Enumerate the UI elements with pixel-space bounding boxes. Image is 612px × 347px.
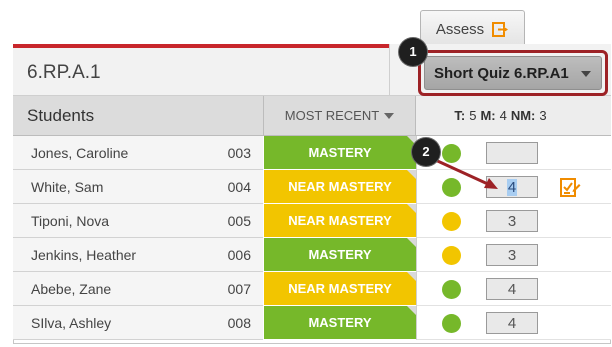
student-number: 008 [227,315,251,331]
callout-badge-2: 2 [412,138,440,166]
student-name[interactable]: Tiponi, Nova [31,213,109,229]
standard-title: 6.RP.A.1 [13,48,389,96]
status-dot [442,212,461,231]
mastery-status[interactable]: MASTERY [263,306,416,340]
assess-tab[interactable]: Assess [420,10,525,47]
student-number: 004 [227,179,251,195]
not-mastery-key: NM: [510,108,536,123]
score-cell: 4 [416,170,611,204]
corner-fold-icon [407,306,416,315]
mastery-status[interactable]: NEAR MASTERY [263,272,416,306]
total-count: 5 [469,108,477,123]
corner-fold-icon [407,204,416,213]
sort-caret-icon [384,112,395,119]
mastery-status[interactable]: MASTERY [263,136,416,170]
not-mastery-count: 3 [539,108,547,123]
total-key: T: [454,108,466,123]
student-row: SIlva, Ashley 008 MASTERY 4 [13,306,611,340]
student-row: White, Sam 004 NEAR MASTERY 4 [13,170,611,204]
mastery-status[interactable]: MASTERY [263,238,416,272]
student-name[interactable]: SIlva, Ashley [31,315,111,331]
student-row: Tiponi, Nova 005 NEAR MASTERY 3 [13,204,611,238]
chevron-down-icon [581,71,591,77]
score-counts: T: 5 M: 4 NM: 3 [416,96,611,136]
score-input[interactable] [486,142,538,164]
quiz-selector-highlight: Short Quiz 6.RP.A1 [418,50,608,96]
mastery-count: 4 [499,108,507,123]
assess-label: Assess [435,20,485,38]
student-row: Jones, Caroline 003 MASTERY [13,136,611,170]
status-dot [442,178,461,197]
most-recent-sort[interactable]: MOST RECENT [263,96,416,136]
student-number: 007 [227,281,251,297]
mastery-status[interactable]: NEAR MASTERY [263,204,416,238]
student-number: 006 [227,247,251,263]
students-column-header: Students [13,96,263,136]
student-cell: Abebe, Zane 007 [13,272,263,306]
student-name[interactable]: Jenkins, Heather [31,247,136,263]
callout-badge-1: 1 [399,38,427,66]
quiz-selector-dropdown[interactable]: Short Quiz 6.RP.A1 [424,56,602,90]
student-row: Abebe, Zane 007 NEAR MASTERY 4 [13,272,611,306]
score-cell: 3 [416,204,611,238]
score-cell [416,136,611,170]
corner-fold-icon [407,170,416,179]
mastery-status[interactable]: NEAR MASTERY [263,170,416,204]
status-dot [442,144,461,163]
status-dot [442,246,461,265]
student-number: 003 [227,145,251,161]
mastery-key: M: [480,108,496,123]
status-dot [442,280,461,299]
score-input[interactable]: 4 [486,312,538,334]
corner-fold-icon [407,238,416,247]
student-cell: SIlva, Ashley 008 [13,306,263,340]
student-cell: White, Sam 004 [13,170,263,204]
selected-score: 4 [506,179,518,196]
quiz-selector-value: Short Quiz 6.RP.A1 [434,64,569,82]
export-arrow-icon [492,21,509,37]
edit-checklist-icon[interactable] [559,176,581,198]
student-name[interactable]: Jones, Caroline [31,145,128,161]
score-cell: 3 [416,238,611,272]
most-recent-label: MOST RECENT [284,108,380,123]
status-dot [442,314,461,333]
score-input[interactable]: 3 [486,210,538,232]
score-input[interactable]: 3 [486,244,538,266]
corner-fold-icon [407,272,416,281]
student-name[interactable]: White, Sam [31,179,103,195]
student-cell: Jenkins, Heather 006 [13,238,263,272]
student-number: 005 [227,213,251,229]
score-input[interactable]: 4 [486,176,538,198]
student-cell: Jones, Caroline 003 [13,136,263,170]
score-cell: 4 [416,272,611,306]
score-input[interactable]: 4 [486,278,538,300]
student-row: Jenkins, Heather 006 MASTERY 3 [13,238,611,272]
student-name[interactable]: Abebe, Zane [31,281,111,297]
student-cell: Tiponi, Nova 005 [13,204,263,238]
score-cell: 4 [416,306,611,340]
